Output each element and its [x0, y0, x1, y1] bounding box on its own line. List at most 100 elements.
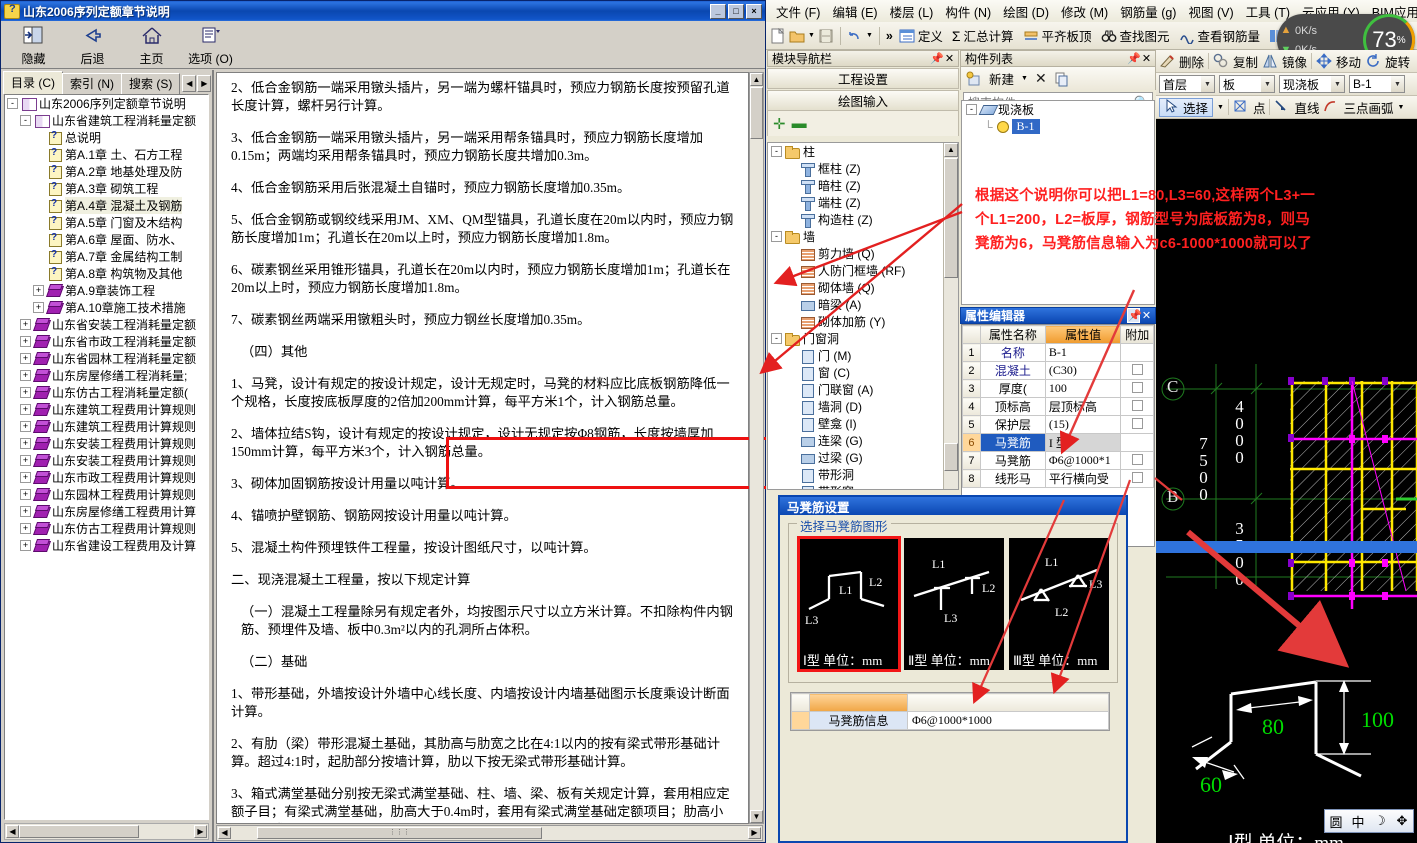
point-icon[interactable] — [1233, 99, 1249, 115]
checkbox[interactable] — [1131, 381, 1143, 393]
tree-item[interactable]: + 山东安装工程费用计算规则 — [5, 435, 208, 452]
module-tree-item[interactable]: 壁龛 (I) — [768, 415, 958, 432]
component-close-icon[interactable]: ✕ — [1140, 52, 1153, 65]
property-value[interactable]: 100 — [1044, 379, 1122, 398]
rebar-info-value[interactable]: Φ6@1000*1000 — [907, 711, 1109, 730]
window-buttons[interactable]: _ □ × — [710, 3, 765, 19]
menu-item[interactable]: 编辑 (E) — [826, 0, 883, 22]
tree-expander[interactable]: - — [7, 98, 18, 109]
tree-expander[interactable]: + — [20, 319, 31, 330]
module-tree-expander[interactable]: - — [771, 146, 782, 157]
move-icon[interactable] — [1316, 53, 1332, 69]
tree-expander[interactable]: + — [20, 336, 31, 347]
tree-item[interactable]: 第A.7章 金属结构工制 — [5, 248, 208, 265]
module-tree-expander[interactable]: - — [771, 333, 782, 344]
property-append-cell[interactable] — [1120, 343, 1154, 362]
property-value[interactable]: 平行横向受 — [1044, 469, 1122, 488]
checkbox[interactable] — [1131, 399, 1143, 411]
tree-item[interactable]: + 山东房屋修缮工程费用计算 — [5, 503, 208, 520]
tree-item[interactable]: 第A.8章 构筑物及其他 — [5, 265, 208, 282]
list-item[interactable]: - 现浇板 — [962, 101, 1154, 118]
rotate-icon[interactable] — [1365, 53, 1381, 69]
module-tree-actions[interactable]: ✛ ▬ — [767, 111, 959, 136]
menu-item[interactable]: 楼层 (L) — [884, 0, 940, 22]
tab-scroll-arrows[interactable]: ◀ ▶ — [182, 73, 212, 94]
close-button[interactable]: × — [746, 3, 762, 19]
cad-edit-toolbar[interactable]: 删除 复制 镜像 移动 旋转 — [1156, 50, 1417, 73]
module-tree-expander[interactable]: - — [771, 231, 782, 242]
property-row[interactable]: 3 厚度(100 — [962, 379, 1154, 398]
tab-contents[interactable]: 目录 (C) — [3, 71, 63, 94]
toolbar-overflow-icon[interactable]: » — [886, 29, 893, 43]
tree-item[interactable]: + 山东园林工程费用计算规则 — [5, 486, 208, 503]
tree-expander[interactable]: + — [20, 353, 31, 364]
module-tree-item[interactable]: 墙洞 (D) — [768, 398, 958, 415]
component-list-toolbar[interactable]: 新建 ▼ ✕ — [960, 67, 1156, 90]
tree-item[interactable]: 总说明 — [5, 129, 208, 146]
mirror-label[interactable]: 镜像 — [1282, 52, 1307, 71]
tree-expander[interactable]: + — [20, 370, 31, 381]
tree-item[interactable]: + 山东房屋修缮工程消耗量; — [5, 367, 208, 384]
copy-icon[interactable] — [1054, 71, 1070, 87]
maximize-button[interactable]: □ — [728, 3, 744, 19]
category-selector[interactable]: 板 ▼ — [1219, 75, 1275, 93]
doc-hscroll-thumb[interactable]: ⋮⋮⋮ — [257, 827, 542, 839]
doc-scroll-left-icon[interactable]: ◀ — [218, 827, 231, 839]
checkbox[interactable] — [1131, 471, 1143, 483]
home-button[interactable]: 主页 — [123, 23, 180, 67]
rebar-info-row[interactable]: 马凳筋信息 Φ6@1000*1000 — [791, 711, 1109, 730]
new-dropdown-icon[interactable]: ▼ — [1021, 75, 1028, 82]
contents-tree[interactable]: -山东2006序列定额章节说明-山东省建筑工程消耗量定额总说明第A.1章 土、石… — [4, 94, 209, 820]
type-selector[interactable]: 现浇板 ▼ — [1279, 75, 1345, 93]
open-dropdown-icon[interactable]: ▼ — [808, 32, 815, 39]
cad-draw-toolbar[interactable]: 选择 ▼ 点 直线 三点画弧 ▼ — [1156, 96, 1417, 119]
property-value[interactable]: 层顶标高 — [1044, 397, 1122, 416]
shape-options[interactable]: L1 L2 L3 Ⅰ型 单位：mm L1 L2 L3 Ⅱ型 单位：mm L1 L… — [789, 524, 1117, 672]
menu-item[interactable]: 文件 (F) — [770, 0, 826, 22]
module-tree-item[interactable]: 剪力墙 (Q) — [768, 245, 958, 262]
tree-expander[interactable]: + — [20, 523, 31, 534]
tree-expander[interactable]: + — [20, 489, 31, 500]
checkbox[interactable] — [1131, 453, 1143, 465]
tree-expander[interactable]: + — [20, 472, 31, 483]
component-pin-icon[interactable]: 📌 — [1127, 52, 1141, 65]
module-tree-item[interactable]: 暗梁 (A) — [768, 296, 958, 313]
document-scroll-thumb[interactable] — [750, 87, 763, 139]
rotate-label[interactable]: 旋转 — [1385, 52, 1410, 71]
open-folder-icon[interactable] — [789, 28, 805, 44]
back-button[interactable]: 后退 — [64, 23, 121, 67]
property-row[interactable]: 2 混凝土 (C30) — [962, 361, 1154, 380]
tab-index[interactable]: 索引 (N) — [62, 73, 122, 94]
arc-icon[interactable] — [1323, 99, 1339, 115]
property-append-cell[interactable] — [1120, 451, 1154, 470]
tree-expander[interactable]: + — [33, 285, 44, 296]
chevron-down-icon[interactable]: ▼ — [1201, 76, 1214, 92]
expander[interactable]: - — [966, 104, 977, 115]
delete-label[interactable]: 删除 — [1179, 52, 1204, 71]
line-tool-label[interactable]: 直线 — [1294, 98, 1319, 117]
tree-item[interactable]: + 山东省市政工程消耗量定额 — [5, 333, 208, 350]
floor-selector[interactable]: 首层 ▼ — [1159, 75, 1215, 93]
property-row[interactable]: 8 线形马 平行横向受 — [962, 469, 1154, 488]
view-rebar-button[interactable]: 查看钢筋量 — [1176, 25, 1264, 46]
module-tree-item[interactable]: -墙 — [768, 228, 958, 245]
tab-scroll-left-icon[interactable]: ◀ — [182, 75, 197, 92]
module-tree-item[interactable]: 带形洞 — [768, 466, 958, 483]
tree-item[interactable]: 第A.2章 地基处理及防 — [5, 163, 208, 180]
rebar-info-table[interactable]: 马凳筋信息 Φ6@1000*1000 — [790, 692, 1110, 731]
pin-icon[interactable]: 📌 — [930, 52, 944, 65]
component-selector[interactable]: B-1 ▼ — [1349, 75, 1405, 93]
remove-minus-icon[interactable]: ▬ — [792, 115, 807, 132]
arc-dropdown-icon[interactable]: ▼ — [1398, 104, 1405, 111]
module-tree-item[interactable]: 砌体墙 (Q) — [768, 279, 958, 296]
module-tree-item[interactable]: 端柱 (Z) — [768, 194, 958, 211]
property-close-icon[interactable]: ✕ — [1140, 309, 1153, 322]
scroll-down-icon[interactable]: ▼ — [750, 810, 763, 823]
summary-calc-button[interactable]: Σ 汇总计算 — [949, 25, 1017, 46]
tree-expander[interactable]: + — [20, 540, 31, 551]
ime-chinese-icon[interactable]: 中 — [1348, 812, 1368, 831]
scroll-up-icon[interactable]: ▲ — [750, 73, 763, 86]
new-component-icon[interactable] — [966, 71, 982, 87]
property-append-cell[interactable] — [1120, 469, 1154, 488]
tree-expander[interactable]: + — [20, 404, 31, 415]
